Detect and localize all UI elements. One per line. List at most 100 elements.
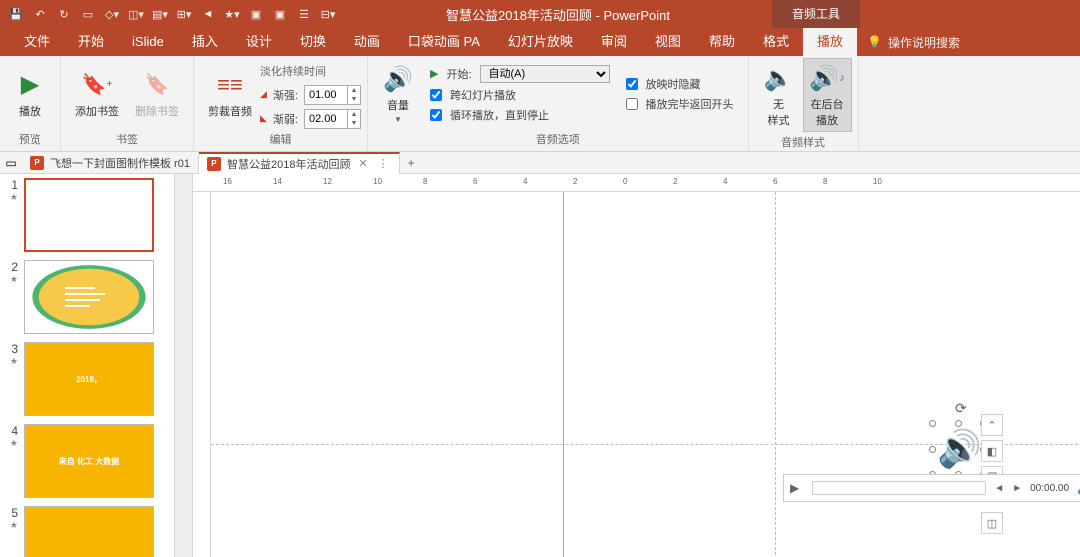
skip-back-icon[interactable]: ◄ bbox=[994, 483, 1004, 494]
qat-icon-11[interactable]: ⊟▾ bbox=[320, 6, 336, 22]
fade-out-spinner[interactable]: ▲▼ bbox=[304, 109, 361, 129]
qat-icon-9[interactable]: ▣ bbox=[272, 6, 288, 22]
group-preview-label: 预览 bbox=[6, 129, 54, 149]
qat-icon-4[interactable]: ▤▾ bbox=[152, 6, 168, 22]
down-icon[interactable]: ▼ bbox=[348, 95, 360, 104]
remove-bookmark-button: 🔖 删除书签 bbox=[127, 65, 187, 123]
animation-indicator-icon: ★ bbox=[6, 520, 18, 531]
no-style-icon: 🔈 bbox=[763, 62, 795, 94]
group-bookmark-label: 书签 bbox=[67, 129, 187, 149]
slide-number: 5 bbox=[6, 506, 18, 520]
menu-format[interactable]: 格式 bbox=[749, 28, 803, 56]
add-bookmark-button[interactable]: 🔖+ 添加书签 bbox=[67, 65, 127, 123]
vertical-ruler bbox=[193, 192, 211, 557]
tell-me-search[interactable]: 💡 操作说明搜索 bbox=[857, 34, 970, 51]
slide-thumb-2[interactable] bbox=[24, 260, 154, 334]
menu-home[interactable]: 开始 bbox=[64, 28, 118, 56]
doc-tab-2[interactable]: P 智慧公益2018年活动回顾 ✕ ⋮ bbox=[199, 152, 400, 174]
menu-islide[interactable]: iSlide bbox=[118, 28, 178, 56]
menu-file[interactable]: 文件 bbox=[10, 28, 64, 56]
slide-thumb-4[interactable]: 来自 化工 大数据 bbox=[24, 424, 154, 498]
undo-icon[interactable]: ↶ bbox=[32, 6, 48, 22]
up-icon[interactable]: ▲ bbox=[348, 110, 360, 119]
slide-number: 1 bbox=[6, 178, 18, 192]
qat-icon-2[interactable]: ◇▾ bbox=[104, 6, 120, 22]
progress-track[interactable] bbox=[812, 481, 986, 495]
menu-review[interactable]: 审阅 bbox=[587, 28, 641, 56]
fade-out-input[interactable] bbox=[305, 113, 347, 125]
rewind-checkbox[interactable] bbox=[626, 98, 638, 110]
fade-out-label: 渐弱: bbox=[273, 111, 298, 127]
outline-strip bbox=[175, 174, 193, 557]
skip-fwd-icon[interactable]: ► bbox=[1012, 483, 1022, 494]
play-icon: ▶ bbox=[14, 69, 46, 101]
trim-audio-button[interactable]: ≡≡ 剪裁音频 bbox=[200, 65, 260, 123]
menu-help[interactable]: 帮助 bbox=[695, 28, 749, 56]
guide-vertical[interactable] bbox=[775, 192, 776, 557]
across-slides-label: 跨幻灯片播放 bbox=[450, 87, 516, 103]
menu-view[interactable]: 视图 bbox=[641, 28, 695, 56]
menu-animation[interactable]: 动画 bbox=[340, 28, 394, 56]
qat-icon-3[interactable]: ◫▾ bbox=[128, 6, 144, 22]
menu-slideshow[interactable]: 幻灯片放映 bbox=[494, 28, 587, 56]
rotate-handle-icon[interactable]: ⟳ bbox=[955, 400, 967, 417]
across-slides-checkbox[interactable] bbox=[430, 89, 442, 101]
audio-object[interactable]: ⟳ 🔊 bbox=[933, 424, 983, 474]
rewind-label: 播放完毕返回开头 bbox=[646, 96, 734, 112]
qat-icon-8[interactable]: ▣ bbox=[248, 6, 264, 22]
qat-icon-5[interactable]: ⊞▾ bbox=[176, 6, 192, 22]
play-preview-button[interactable]: ▶ 播放 bbox=[6, 65, 54, 123]
hide-label: 放映时隐藏 bbox=[646, 76, 701, 92]
menu-design[interactable]: 设计 bbox=[232, 28, 286, 56]
redo-icon[interactable]: ↻ bbox=[56, 6, 72, 22]
background-play-button[interactable]: 🔊♪ 在后台 播放 bbox=[803, 58, 852, 132]
audio-playback-bar[interactable]: ▶ ◄ ► 00:00.00 🔊 bbox=[783, 474, 1080, 502]
fade-in-spinner[interactable]: ▲▼ bbox=[304, 85, 361, 105]
up-icon[interactable]: ▲ bbox=[348, 86, 360, 95]
selection-handle[interactable] bbox=[955, 420, 962, 427]
slide-thumb-3[interactable]: 2018， bbox=[24, 342, 154, 416]
selection-handle[interactable] bbox=[929, 446, 936, 453]
down-icon[interactable]: ▼ bbox=[348, 119, 360, 128]
more-options-button[interactable]: ◫ bbox=[981, 512, 1003, 534]
format-options-button[interactable]: ◧ bbox=[981, 440, 1003, 462]
slide-thumb-5[interactable] bbox=[24, 506, 154, 557]
qat-icon-1[interactable]: ▭ bbox=[80, 6, 96, 22]
qat-icon-10[interactable]: ☰ bbox=[296, 6, 312, 22]
tab-menu-icon[interactable]: ⋮ bbox=[376, 157, 391, 170]
slide-thumb-1[interactable] bbox=[24, 178, 154, 252]
qat-icon-6[interactable]: ◄ bbox=[200, 6, 216, 22]
slide-thumbnail-panel[interactable]: 1★ 2★ 3★ 2018， 4★ 来自 化工 大数据 5★ bbox=[0, 174, 175, 557]
selection-handle[interactable] bbox=[929, 420, 936, 427]
bulb-icon: 💡 bbox=[867, 35, 882, 49]
menu-transition[interactable]: 切换 bbox=[286, 28, 340, 56]
powerpoint-icon: P bbox=[207, 157, 221, 171]
start-select[interactable]: 自动(A) bbox=[480, 65, 610, 83]
fade-in-input[interactable] bbox=[305, 89, 347, 101]
close-icon[interactable]: ✕ bbox=[356, 157, 369, 170]
volume-button[interactable]: 🔊 音量 ▼ bbox=[374, 59, 422, 128]
hide-checkbox[interactable] bbox=[626, 78, 638, 90]
qat-icon-7[interactable]: ★▾ bbox=[224, 6, 240, 22]
save-icon[interactable]: 💾 bbox=[8, 6, 24, 22]
doc-tab-1[interactable]: P 飞想一下封面图制作模板 r01 bbox=[22, 152, 199, 174]
tab-list-icon[interactable]: ▭ bbox=[0, 156, 22, 170]
layout-options-button[interactable]: ⌃ bbox=[981, 414, 1003, 436]
add-bookmark-icon: 🔖+ bbox=[81, 69, 113, 101]
menu-playback[interactable]: 播放 bbox=[803, 28, 857, 56]
loop-checkbox[interactable] bbox=[430, 109, 442, 121]
speaker-icon: 🔊 bbox=[937, 428, 979, 470]
play-button-icon[interactable]: ▶ bbox=[790, 481, 804, 495]
add-tab-button[interactable]: + bbox=[400, 156, 423, 170]
slide-number: 3 bbox=[6, 342, 18, 356]
group-audio-style-label: 音频样式 bbox=[755, 132, 852, 152]
slide-number: 2 bbox=[6, 260, 18, 274]
contextual-tab-audio[interactable]: 音频工具 bbox=[772, 0, 860, 28]
bg-play-icon: 🔊♪ bbox=[811, 62, 843, 94]
menu-pocket[interactable]: 口袋动画 PA bbox=[394, 28, 494, 56]
menu-insert[interactable]: 插入 bbox=[178, 28, 232, 56]
tell-me-label: 操作说明搜索 bbox=[888, 34, 960, 51]
fade-in-label: 渐强: bbox=[273, 87, 298, 103]
slide-canvas[interactable]: 16 14 12 10 8 6 4 2 0 2 4 6 8 10 ⟳ bbox=[193, 174, 1080, 557]
no-style-button[interactable]: 🔈 无 样式 bbox=[755, 58, 803, 132]
